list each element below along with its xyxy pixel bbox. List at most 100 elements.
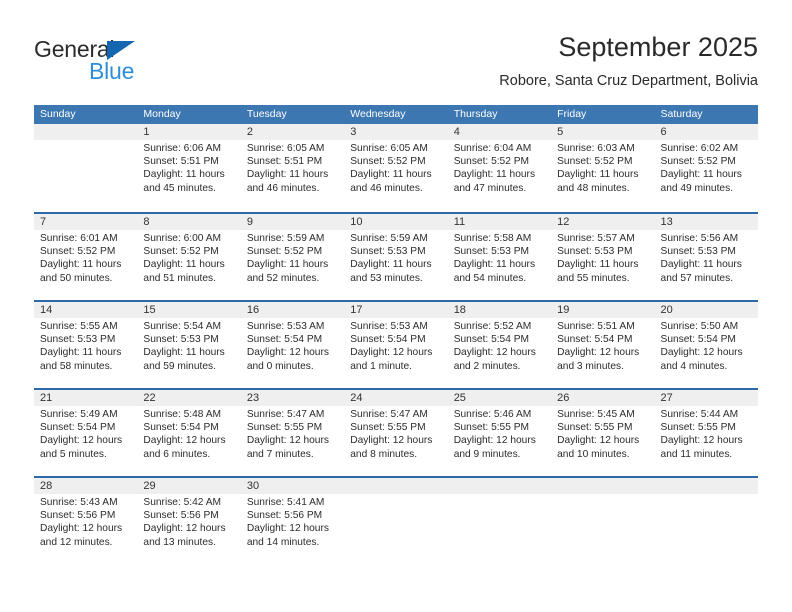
day-detail-line: Daylight: 11 hours [453,259,536,271]
day-detail-line: Daylight: 11 hours [557,259,639,271]
day-number: 24 [350,392,363,404]
day-detail-line: Daylight: 11 hours [143,169,225,181]
weekday-header-saturday: Saturday [660,108,703,120]
day-detail-line: Daylight: 12 hours [453,435,536,447]
day-cell-14[interactable]: 14 Sunrise: 5:55 AM Sunset: 5:53 PM Dayligh… [34,302,137,388]
day-detail-line: Sunrise: 5:41 AM [246,497,325,508]
day-detail-line: Sunset: 5:54 PM [557,334,633,346]
day-cell-12[interactable]: 12 Sunrise: 5:57 AM Sunset: 5:53 PM Dayligh… [551,214,654,300]
day-detail-line: Daylight: 11 hours [350,169,432,181]
day-detail-text: Sunrise: 5:57 AM Sunset: 5:53 PM Daylight:… [557,232,648,285]
day-detail-line: Sunrise: 5:53 AM [246,321,325,332]
weekday-header-row: Sunday Monday Tuesday Wednesday Thursday Frid… [34,105,758,124]
day-detail-line: Sunrise: 5:43 AM [40,497,118,508]
day-cell-29[interactable]: 29 Sunrise: 5:42 AM Sunset: 5:56 PM Dayligh… [137,478,240,564]
day-cell-7[interactable]: 7 Sunrise: 6:01 AM Sunset: 5:52 PM Daylight… [34,214,137,300]
day-detail-line: Sunset: 5:54 PM [143,422,219,434]
day-detail-line: Sunrise: 6:05 AM [350,143,428,154]
day-cell-17[interactable]: 17 Sunrise: 5:53 AM Sunset: 5:54 PM Dayligh… [344,302,447,388]
day-cell-8[interactable]: 8 Sunrise: 6:00 AM Sunset: 5:52 PM Daylight… [137,214,240,300]
day-detail-line: and 11 minutes. [660,448,733,460]
day-detail-line: Daylight: 11 hours [453,169,536,181]
day-detail-line: Sunset: 5:53 PM [453,246,530,258]
day-detail-line: Sunrise: 5:45 AM [557,409,635,420]
day-cell-3[interactable]: 3 Sunrise: 6:05 AM Sunset: 5:52 PM Daylight… [344,124,447,212]
day-cell-empty [655,478,758,564]
day-detail-line: Daylight: 11 hours [246,259,329,271]
day-number: 8 [143,216,150,228]
day-detail-line: Sunrise: 6:04 AM [453,143,532,154]
day-detail-line: Daylight: 12 hours [557,347,640,359]
day-number: 19 [557,304,570,316]
day-detail-text: Sunrise: 6:06 AM Sunset: 5:51 PM Daylight:… [143,142,234,195]
day-detail-line: Daylight: 11 hours [246,169,329,181]
day-detail-line: Sunset: 5:52 PM [246,246,323,258]
day-cell-2[interactable]: 2 Sunrise: 6:05 AM Sunset: 5:51 PM Daylight… [241,124,344,212]
day-number: 4 [453,126,460,138]
day-cell-23[interactable]: 23 Sunrise: 5:47 AM Sunset: 5:55 PM Dayligh… [241,390,344,476]
day-cell-9[interactable]: 9 Sunrise: 5:59 AM Sunset: 5:52 PM Daylight… [241,214,344,300]
calendar-grid: Sunday Monday Tuesday Wednesday Thursday Frid… [34,105,758,564]
day-cell-16[interactable]: 16 Sunrise: 5:53 AM Sunset: 5:54 PM Dayligh… [241,302,344,388]
day-detail-line: Sunset: 5:54 PM [453,334,530,346]
day-detail-line: Sunset: 5:52 PM [40,246,116,258]
day-number [350,478,441,494]
day-cell-6[interactable]: 6 Sunrise: 6:02 AM Sunset: 5:52 PM Daylight… [655,124,758,212]
day-cell-24[interactable]: 24 Sunrise: 5:47 AM Sunset: 5:55 PM Dayligh… [344,390,447,476]
day-cell-28[interactable]: 28 Sunrise: 5:43 AM Sunset: 5:56 PM Dayligh… [34,478,137,564]
day-detail-line: and 46 minutes. [246,182,320,194]
day-detail-text: Sunrise: 5:47 AM Sunset: 5:55 PM Daylight:… [350,408,441,461]
day-detail-text: Sunrise: 5:52 AM Sunset: 5:54 PM Daylight:… [454,320,545,373]
day-detail-line: and 12 minutes. [40,536,113,548]
day-detail-line: Sunset: 5:56 PM [40,510,116,522]
day-cell-27[interactable]: 27 Sunrise: 5:44 AM Sunset: 5:55 PM Dayligh… [655,390,758,476]
day-cell-13[interactable]: 13 Sunrise: 5:56 AM Sunset: 5:53 PM Dayligh… [655,214,758,300]
day-cell-22[interactable]: 22 Sunrise: 5:48 AM Sunset: 5:54 PM Dayligh… [137,390,240,476]
weekday-header-monday: Monday [143,108,181,120]
day-detail-line: and 52 minutes. [246,272,320,284]
day-detail-line: Daylight: 12 hours [660,347,743,359]
calendar-week-row: 28 Sunrise: 5:43 AM Sunset: 5:56 PM Dayligh… [34,476,758,564]
day-detail-text: Sunrise: 6:05 AM Sunset: 5:51 PM Daylight:… [247,142,338,195]
day-cell-4[interactable]: 4 Sunrise: 6:04 AM Sunset: 5:52 PM Daylight… [448,124,551,212]
day-number: 5 [557,126,564,138]
day-cell-5[interactable]: 5 Sunrise: 6:03 AM Sunset: 5:52 PM Daylight… [551,124,654,212]
day-detail-line: Sunrise: 5:54 AM [143,321,222,332]
day-detail-line: Sunrise: 5:47 AM [350,409,428,420]
day-cell-1[interactable]: 1 Sunrise: 6:06 AM Sunset: 5:51 PM Daylight… [137,124,240,212]
day-detail-line: and 51 minutes. [143,272,216,284]
day-detail-line: Daylight: 11 hours [660,169,742,181]
day-cell-19[interactable]: 19 Sunrise: 5:51 AM Sunset: 5:54 PM Dayligh… [551,302,654,388]
day-detail-line: Daylight: 12 hours [350,435,433,447]
day-detail-line: Sunrise: 5:47 AM [246,409,325,420]
day-number: 3 [350,126,357,138]
day-cell-30[interactable]: 30 Sunrise: 5:41 AM Sunset: 5:56 PM Dayligh… [241,478,344,564]
day-cell-11[interactable]: 11 Sunrise: 5:58 AM Sunset: 5:53 PM Dayligh… [448,214,551,300]
day-number [661,478,752,494]
day-detail-line: and 4 minutes. [660,360,728,372]
day-cell-20[interactable]: 20 Sunrise: 5:50 AM Sunset: 5:54 PM Dayligh… [655,302,758,388]
day-cell-18[interactable]: 18 Sunrise: 5:52 AM Sunset: 5:54 PM Dayligh… [448,302,551,388]
day-number: 11 [453,216,466,228]
day-detail-line: Sunset: 5:55 PM [453,422,530,434]
day-number: 13 [660,216,673,228]
day-number [40,124,131,140]
day-number: 16 [246,304,260,316]
day-cell-10[interactable]: 10 Sunrise: 5:59 AM Sunset: 5:53 PM Dayligh… [344,214,447,300]
day-cell-21[interactable]: 21 Sunrise: 5:49 AM Sunset: 5:54 PM Dayligh… [34,390,137,476]
day-cell-26[interactable]: 26 Sunrise: 5:45 AM Sunset: 5:55 PM Dayligh… [551,390,654,476]
day-detail-text: Sunrise: 5:41 AM Sunset: 5:56 PM Daylight:… [247,496,338,549]
day-cell-empty [344,478,447,564]
day-cell-empty [551,478,654,564]
day-number: 14 [40,304,53,316]
general-blue-logo: General Blue [34,36,244,88]
day-detail-line: Sunrise: 5:55 AM [40,321,118,332]
day-detail-line: Sunset: 5:52 PM [350,156,426,168]
day-cell-15[interactable]: 15 Sunrise: 5:54 AM Sunset: 5:53 PM Dayligh… [137,302,240,388]
day-detail-text: Sunrise: 6:01 AM Sunset: 5:52 PM Daylight:… [40,232,131,285]
calendar-week-row: 1 Sunrise: 6:06 AM Sunset: 5:51 PM Daylight… [34,124,758,212]
calendar-week-row: 7 Sunrise: 6:01 AM Sunset: 5:52 PM Daylight… [34,212,758,300]
day-number: 15 [143,304,156,316]
day-cell-25[interactable]: 25 Sunrise: 5:46 AM Sunset: 5:55 PM Dayligh… [448,390,551,476]
day-detail-line: Sunset: 5:53 PM [350,246,426,258]
